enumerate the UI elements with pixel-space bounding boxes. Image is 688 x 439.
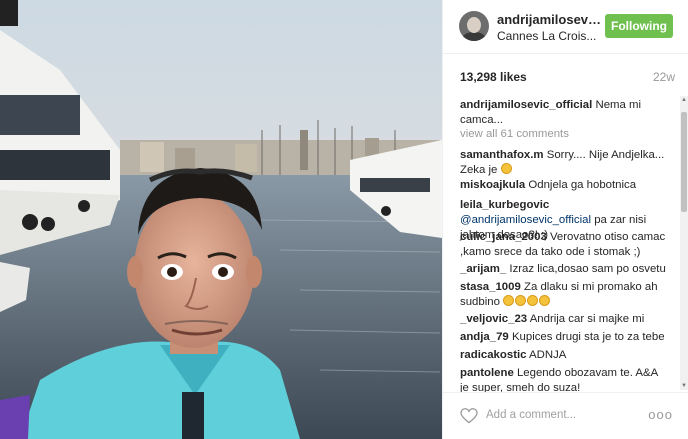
list-item: andja_79 Kupices drugi sta je to za tebe — [460, 330, 668, 345]
avatar[interactable] — [459, 11, 489, 41]
selfie-harbor-image — [0, 0, 442, 439]
scroll-up-arrow-icon[interactable]: ▲ — [680, 96, 688, 104]
more-options-ellipsis-icon[interactable]: ooo — [648, 407, 673, 422]
view-all-comments-link[interactable]: view all 61 comments — [460, 128, 569, 140]
list-item: radicakostic ADNJA — [460, 348, 668, 363]
scroll-down-arrow-icon[interactable]: ▼ — [680, 382, 688, 390]
post-header: andrijamilosevic... Cannes La Crois... F… — [443, 0, 688, 54]
grin-emoji-icon — [503, 295, 515, 306]
comment-text: Odnjela ga hobotnica — [528, 179, 637, 191]
caption-user[interactable]: andrijamilosevic_official — [460, 99, 592, 111]
comment-text: Izraz lica,dosao sam po osvetu — [509, 263, 666, 275]
post-stats: 13,298 likes 22w — [443, 54, 688, 92]
list-item: samanthafox.m Sorry.... Nije Andjelka...… — [460, 148, 668, 178]
comment-user[interactable]: culic_jana_2003 — [460, 231, 547, 243]
caption: andrijamilosevic_official Nema mi camca.… — [460, 98, 668, 128]
scrollbar-thumb[interactable] — [681, 112, 687, 212]
post-username[interactable]: andrijamilosevic... — [497, 12, 602, 27]
list-item: stasa_1009 Za dlaku si mi promako ah sud… — [460, 280, 668, 310]
list-item: miskoajkula Odnjela ga hobotnica — [460, 178, 668, 193]
comment-user[interactable]: stasa_1009 — [460, 281, 521, 293]
list-item: _arijam_ Izraz lica,dosao sam po osvetu — [460, 262, 668, 277]
add-comment-input[interactable]: Add a comment... — [486, 409, 576, 421]
likes-count[interactable]: 13,298 likes — [460, 70, 527, 84]
comment-user[interactable]: andja_79 — [460, 331, 509, 343]
grin-emoji-icon — [539, 295, 551, 306]
post-time[interactable]: 22w — [653, 70, 675, 84]
add-comment-bar: Add a comment... ooo — [443, 392, 688, 439]
post-location[interactable]: Cannes La Crois... — [497, 29, 602, 43]
list-item: culic_jana_2003 Verovatno otiso camac ,k… — [460, 230, 668, 260]
grin-emoji-icon — [515, 295, 527, 306]
instagram-post-window: andrijamilosevic... Cannes La Crois... F… — [0, 0, 688, 439]
comment-user[interactable]: leila_kurbegovic — [460, 199, 549, 211]
list-item: pantolene Legendo obozavam te. A&A je su… — [460, 366, 668, 392]
following-button[interactable]: Following — [605, 14, 673, 38]
comment-mention[interactable]: @andrijamilosevic_official — [460, 214, 591, 226]
heart-eyes-emoji-icon — [500, 163, 512, 174]
comment-user[interactable]: _veljovic_23 — [460, 313, 527, 325]
comments-scrollbar[interactable]: ▲ ▼ — [680, 96, 688, 390]
comment-text: Andrija car si majke mi — [529, 313, 645, 325]
comment-user[interactable]: radicakostic — [460, 349, 526, 361]
comment-user[interactable]: miskoajkula — [460, 179, 525, 191]
comment-text: Kupices drugi sta je to za tebe — [511, 331, 665, 343]
post-photo[interactable] — [0, 0, 442, 439]
post-sidebar: andrijamilosevic... Cannes La Crois... F… — [442, 0, 688, 439]
comment-user[interactable]: pantolene — [460, 367, 514, 379]
comment-user[interactable]: samanthafox.m — [460, 149, 544, 161]
list-item: _veljovic_23 Andrija car si majke mi — [460, 312, 668, 327]
grin-emoji-icon — [527, 295, 539, 306]
comment-text: ADNJA — [529, 349, 567, 361]
comment-user[interactable]: _arijam_ — [460, 263, 506, 275]
heart-outline-icon[interactable] — [460, 408, 478, 424]
comments-list: andrijamilosevic_official Nema mi camca.… — [443, 92, 683, 392]
